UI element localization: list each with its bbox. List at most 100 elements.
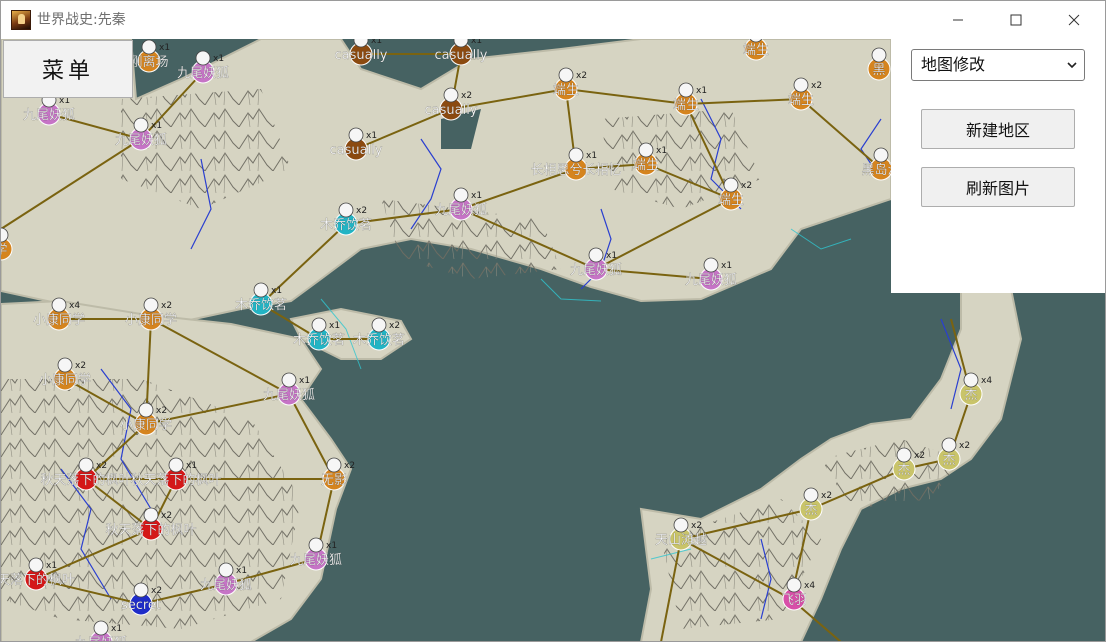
unit-label: 小康同学 [33,312,85,328]
unit-label: 端生 [633,158,659,173]
unit-marker[interactable]: x2 casually [424,87,478,121]
unit-marker[interactable]: x1 九尾妖狐 [685,257,737,291]
unit-marker[interactable]: x1 casually [329,127,383,161]
unit-marker[interactable]: x1 九尾妖狐 [290,537,342,571]
unit-count: x4 [69,301,80,311]
title-bar[interactable]: 世界战史:先秦 [1,1,1105,39]
unit-label: 杰 [897,463,910,478]
general-avatar-icon [941,437,957,453]
unit-marker[interactable]: x2秋天落下的枫叶 [105,507,197,541]
minimize-button[interactable] [929,1,987,39]
unit-count: x2 [389,321,400,331]
unit-label: 九尾妖狐 [75,636,127,642]
unit-count: x2 [161,511,172,521]
general-avatar-icon [871,47,887,63]
unit-marker[interactable]: x2 天山滩越 [655,517,707,551]
minimize-icon [953,19,963,21]
unit-marker[interactable]: x2 secret [121,582,162,616]
unit-count: x2 [741,181,752,191]
unit-count: x2 [151,586,162,596]
general-avatar-icon [558,67,574,83]
unit-marker[interactable]: x1 九尾妖狐 [200,562,252,596]
unit-marker[interactable]: x2 木乔饮茗 [353,317,405,351]
maximize-icon [1010,14,1022,26]
unit-marker[interactable]: x2小康同学 [120,402,172,436]
general-avatar-icon [371,317,387,333]
unit-marker[interactable]: x1 casually [434,39,488,66]
unit-marker[interactable]: x2小康同学 [125,297,177,331]
general-avatar-icon [138,402,154,418]
unit-marker[interactable]: x1 九尾妖狐 [177,50,229,84]
unit-marker[interactable]: x1 木乔饮茗 [293,317,345,351]
unit-marker[interactable]: x4 飞羽 [781,577,815,611]
unit-count: x1 [213,54,224,64]
unit-count: x1 [586,151,597,161]
unit-count: x4 [804,581,815,591]
unit-count: x1 [366,131,377,141]
unit-marker[interactable]: x2小康同学 [39,357,91,391]
unit-label: 无影 [321,473,347,488]
unit-label: 天山滩越 [655,533,707,548]
editor-panel: 地图修改 新建地区 刷新图片 [891,39,1105,293]
unit-count: x1 [159,43,170,53]
general-avatar-icon [133,582,149,598]
unit-marker[interactable]: x2 木乔饮茗 [320,202,372,236]
unit-label: 小康同学 [125,312,177,328]
unit-marker[interactable]: x1 端生 [673,82,707,116]
unit-marker[interactable]: x1 九尾妖狐 [75,620,127,642]
unit-count: x2 [96,461,107,471]
unit-marker[interactable]: x4 杰 [959,372,992,406]
unit-count: x1 [186,461,197,471]
unit-marker[interactable]: x1 端生 [633,142,667,176]
unit-count: x1 [471,39,482,46]
unit-count: x1 [236,566,247,576]
unit-marker[interactable]: 黑 [867,47,891,81]
general-avatar-icon [896,447,912,463]
unit-marker[interactable]: x1秋天落下的枫叶 [130,457,222,491]
general-avatar-icon [281,372,297,388]
unit-marker[interactable]: x1 九尾妖狐 [263,372,315,406]
unit-marker[interactable]: x1长相思兮长相忆 [530,147,622,181]
unit-marker[interactable]: x1 端生 [743,39,777,61]
refresh-image-button[interactable]: 刷新图片 [921,167,1075,207]
general-avatar-icon [308,537,324,553]
unit-marker[interactable]: x1 九尾妖狐 [570,247,622,281]
unit-marker[interactable]: x1 casually [334,39,388,66]
unit-marker[interactable]: x1 九尾妖狐 [115,117,167,151]
general-avatar-icon [218,562,234,578]
unit-count: x1 [371,39,382,46]
unit-marker[interactable]: x2 杰 [937,437,970,471]
unit-marker[interactable]: x2 端生 [788,77,822,111]
unit-marker[interactable]: x1刚离场 [129,39,170,73]
unit-marker[interactable]: x1 木乔饮茗 [235,282,287,316]
general-avatar-icon [588,247,604,263]
general-avatar-icon [311,317,327,333]
unit-marker[interactable]: x2 无影 [321,457,355,491]
unit-count: x1 [326,541,337,551]
portrait-app-icon [11,10,31,30]
close-button[interactable] [1045,1,1103,39]
unit-label: 九尾妖狐 [263,388,315,403]
new-region-button[interactable]: 新建地区 [921,109,1075,149]
unit-label: 九尾妖狐 [23,108,75,123]
unit-label: 九尾妖狐 [570,263,622,278]
maximize-button[interactable] [987,1,1045,39]
unit-marker[interactable]: 学 [1,227,13,261]
unit-label: 木乔饮茗 [320,218,372,233]
unit-marker[interactable]: x1 九尾妖狐 [435,187,487,221]
unit-marker[interactable]: x4小康同学 [33,297,85,331]
unit-marker[interactable]: x2秋天落下的枫叶 [40,457,132,491]
unit-marker[interactable]: x2 杰 [799,487,832,521]
unit-label: 飞羽 [781,593,807,608]
unit-marker[interactable]: x2 端生 [718,177,752,211]
unit-count: x1 [696,86,707,96]
unit-marker[interactable]: x2 端生 [553,67,587,101]
mode-select[interactable]: 地图修改 [911,49,1085,81]
menu-button[interactable]: 菜单 [3,40,133,98]
unit-count: x1 [656,146,667,156]
unit-label: 杰 [804,503,817,518]
unit-marker[interactable]: x1天落下的枫叶 [1,557,75,591]
unit-label: 杰 [942,453,955,468]
unit-count: x1 [329,321,340,331]
unit-marker[interactable]: x2 杰 [892,447,925,481]
